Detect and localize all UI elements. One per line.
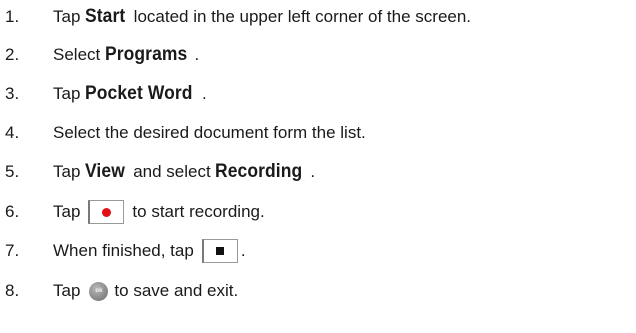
- step-4: 4. Select the desired document form the …: [0, 116, 366, 150]
- step-text: Tap ok to save and exit.: [53, 281, 238, 301]
- step-text: When finished, tap .: [53, 239, 246, 263]
- keyword-recording: Recording: [215, 161, 303, 182]
- step-6: 6. Tap to start recording.: [0, 195, 265, 229]
- record-icon: [102, 207, 112, 217]
- step-text-pre: Tap: [53, 202, 81, 221]
- keyword-start: Start: [85, 6, 126, 27]
- step-text-post: .: [202, 84, 207, 103]
- step-text: Tap Start located in the upper left corn…: [53, 6, 471, 28]
- step-text-post: to start recording.: [132, 202, 265, 221]
- step-number: 3.: [5, 84, 20, 103]
- step-text-pre: Tap: [53, 7, 86, 26]
- step-number: 7.: [5, 241, 20, 260]
- keyword-programs: Programs: [104, 44, 188, 65]
- step-text: Tap Pocket Word .: [53, 83, 207, 105]
- stop-button-icon: [201, 239, 238, 263]
- step-text-pre: Tap: [53, 162, 86, 181]
- step-text: Select the desired document form the lis…: [53, 123, 366, 142]
- step-text-post: .: [194, 45, 200, 64]
- step-number: 1.: [5, 7, 20, 26]
- keyword-view: View: [85, 161, 126, 182]
- stop-icon: [216, 247, 225, 255]
- step-number: 8.: [5, 281, 20, 300]
- step-text: Tap View and select Recording .: [53, 161, 315, 183]
- step-text-pre: Select: [53, 45, 105, 64]
- step-text-pre: Tap: [53, 281, 81, 300]
- step-text-post: to save and exit.: [114, 281, 239, 300]
- step-text: Tap to start recording.: [53, 200, 265, 224]
- step-5: 5. Tap View and select Recording .: [0, 155, 315, 189]
- step-1: 1. Tap Start located in the upper left c…: [0, 0, 471, 34]
- step-text-pre: Tap: [53, 84, 86, 103]
- step-text-post: .: [310, 162, 316, 181]
- step-8: 8. Tap ok to save and exit.: [0, 274, 238, 308]
- step-number: 4.: [5, 123, 20, 142]
- step-number: 6.: [5, 202, 20, 221]
- step-number: 5.: [5, 162, 20, 181]
- step-7: 7. When finished, tap .: [0, 234, 246, 268]
- step-text-mid: and select: [128, 162, 216, 181]
- step-text: Select Programs .: [53, 44, 199, 66]
- ok-button-icon: ok: [89, 281, 109, 301]
- keyword-pocket-word: Pocket Word: [85, 83, 193, 104]
- step-text-pre: When finished, tap: [53, 241, 194, 260]
- step-2: 2. Select Programs .: [0, 38, 199, 72]
- step-text-post: located in the upper left corner of the …: [128, 7, 472, 26]
- step-text-post: .: [240, 241, 246, 260]
- step-3: 3. Tap Pocket Word .: [0, 77, 207, 111]
- record-button-icon: [88, 200, 125, 224]
- step-number: 2.: [5, 45, 20, 64]
